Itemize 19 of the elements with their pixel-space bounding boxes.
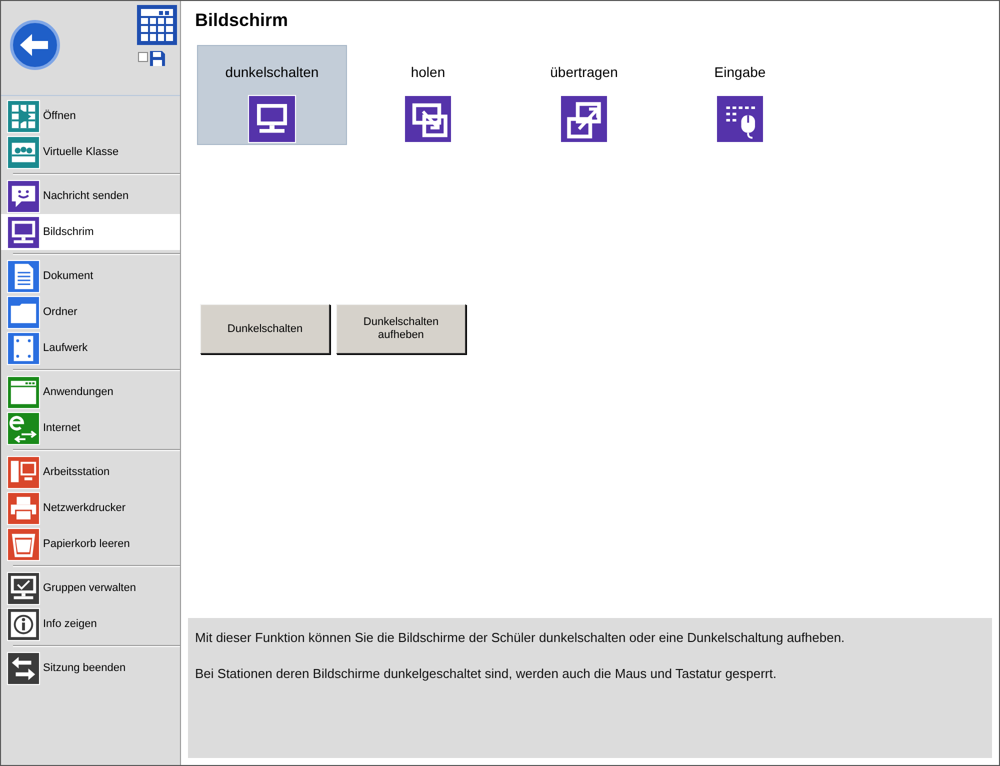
monitor-icon <box>248 95 296 143</box>
left-arrow-icon <box>20 34 50 56</box>
fetch-icon <box>404 95 452 143</box>
calendar-grid-icon[interactable] <box>137 5 177 45</box>
info-text: Bei Stationen deren Bildschirme dunkelgeschaltet sind, werden auch die Maus und Tastatur gesperrt. <box>195 664 778 683</box>
action-tile[interactable]: Eingabe <box>665 45 815 145</box>
save-icon[interactable] <box>150 51 165 66</box>
info-text: Mit dieser Funktion können Sie die Bildschirme der Schüler dunkelschalten oder eine Dunkelschaltung aufheben. <box>195 629 846 647</box>
back-button[interactable] <box>10 20 60 70</box>
action-tile[interactable]: holen <box>353 45 503 145</box>
input-icon <box>716 95 764 143</box>
action-button[interactable]: Dunkelschalten <box>200 304 330 354</box>
page-title: Bildschirm <box>194 9 290 32</box>
action-tile[interactable]: übertragen <box>509 45 659 145</box>
send-icon <box>560 95 608 143</box>
sidebar-item[interactable]: Bildschrim <box>1 214 180 250</box>
action-tile[interactable]: dunkelschalten <box>197 45 347 145</box>
checkbox[interactable] <box>138 52 148 62</box>
action-button[interactable]: Dunkelschalten aufheben <box>336 304 466 354</box>
